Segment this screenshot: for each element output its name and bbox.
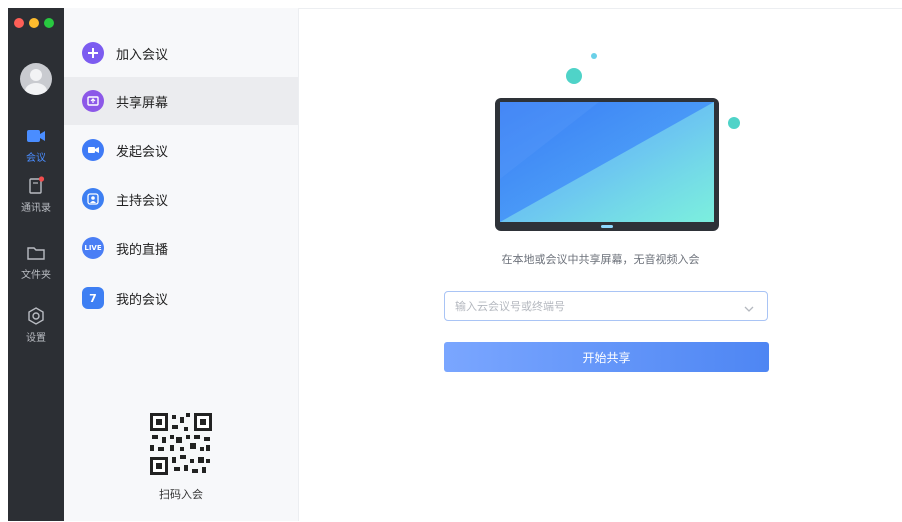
- video-icon: [82, 139, 104, 161]
- minimize-window-button[interactable]: [29, 18, 39, 28]
- window-controls: [14, 18, 54, 28]
- share-screen-panel: 在本地或会议中共享屏幕，无音视频入会 开始共享: [299, 8, 902, 522]
- rail-item-label: 会议: [26, 153, 46, 164]
- live-icon-text: LIVE: [84, 244, 102, 252]
- qr-label: 扫码入会: [159, 488, 203, 501]
- calendar-icon-text: 7: [89, 291, 97, 305]
- meeting-id-input[interactable]: [445, 292, 745, 320]
- menu-item-join-meeting[interactable]: 加入会议: [64, 29, 298, 77]
- maximize-window-button[interactable]: [44, 18, 54, 28]
- menu-item-label: 我的直播: [116, 242, 169, 258]
- menu-item-host-meeting[interactable]: 主持会议: [64, 175, 298, 223]
- menu-item-share-screen[interactable]: 共享屏幕: [64, 77, 298, 125]
- avatar[interactable]: [20, 63, 52, 95]
- app-window: 会议 通讯录 文件夹 设置 加入会议 共享屏幕 发起会议 主持会议 LIVE 我…: [8, 8, 902, 522]
- live-icon: LIVE: [82, 237, 104, 259]
- menu-item-start-meeting[interactable]: 发起会议: [64, 126, 298, 174]
- meeting-id-select[interactable]: [444, 291, 768, 321]
- start-share-button[interactable]: 开始共享: [444, 342, 769, 372]
- share-hint-text: 在本地或会议中共享屏幕，无音视频入会: [501, 253, 700, 266]
- left-rail: 会议 通讯录 文件夹 设置: [8, 8, 64, 521]
- rail-item-meeting[interactable]: 会议: [8, 126, 64, 164]
- folder-icon: [25, 243, 47, 263]
- rail-item-label: 通讯录: [21, 203, 51, 214]
- share-screen-icon: [82, 90, 104, 112]
- close-window-button[interactable]: [14, 18, 24, 28]
- menu-item-label: 主持会议: [116, 193, 169, 209]
- meeting-menu: 加入会议 共享屏幕 发起会议 主持会议 LIVE 我的直播 7 我的会议 扫码入…: [64, 8, 299, 521]
- menu-item-my-live[interactable]: LIVE 我的直播: [64, 224, 298, 272]
- rail-item-folder[interactable]: 文件夹: [8, 243, 64, 281]
- host-person-icon: [82, 188, 104, 210]
- rail-item-label: 设置: [26, 333, 46, 344]
- video-camera-icon: [25, 126, 47, 146]
- chevron-down-icon[interactable]: [743, 300, 755, 312]
- qr-code[interactable]: [150, 413, 212, 475]
- calendar-icon: 7: [82, 287, 104, 309]
- menu-item-label: 我的会议: [116, 292, 169, 308]
- menu-item-my-meetings[interactable]: 7 我的会议: [64, 274, 298, 322]
- contacts-book-icon: [25, 176, 47, 196]
- menu-item-label: 共享屏幕: [116, 95, 169, 111]
- menu-item-label: 发起会议: [116, 144, 169, 160]
- rail-item-settings[interactable]: 设置: [8, 306, 64, 344]
- settings-hexagon-icon: [25, 306, 47, 326]
- rail-item-label: 文件夹: [21, 270, 51, 281]
- rail-item-contacts[interactable]: 通讯录: [8, 176, 64, 214]
- screen-illustration: [479, 39, 749, 234]
- menu-item-label: 加入会议: [116, 47, 169, 63]
- plus-icon: [82, 42, 104, 64]
